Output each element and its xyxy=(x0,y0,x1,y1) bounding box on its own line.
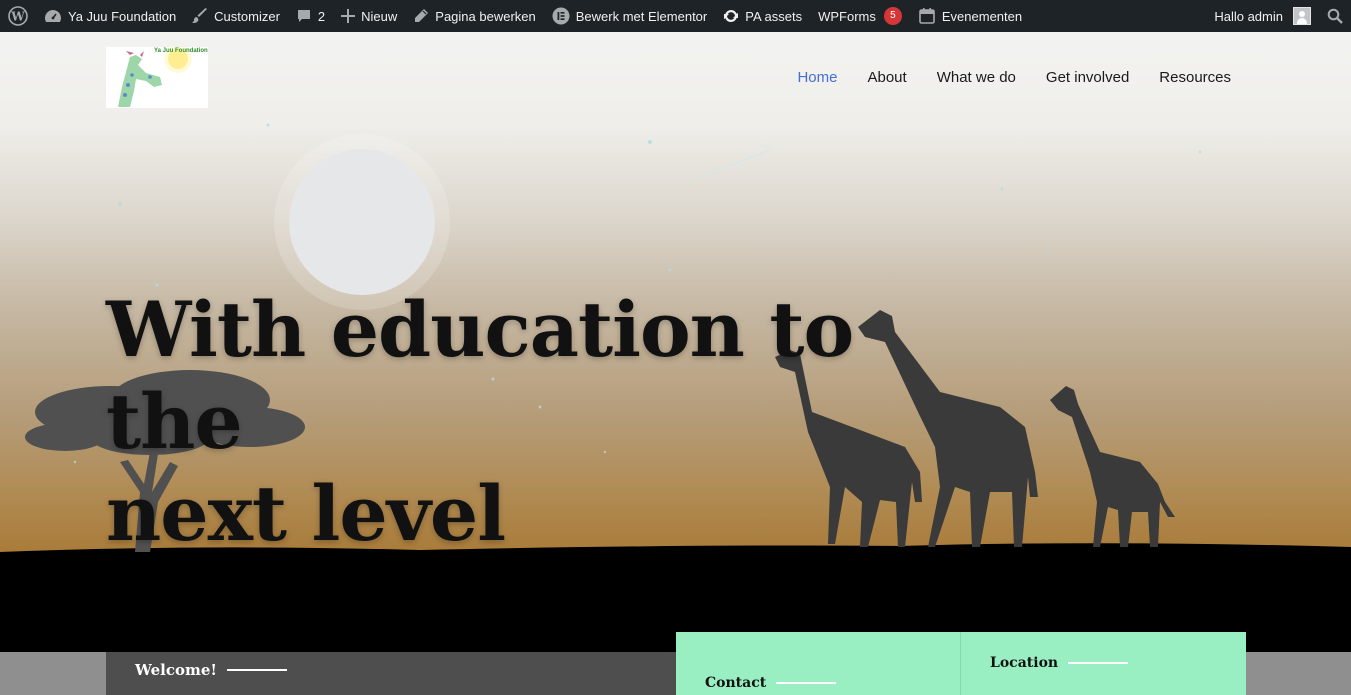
admin-account[interactable]: Hallo admin xyxy=(1206,0,1319,32)
admin-events[interactable]: Evenementen xyxy=(910,0,1030,32)
contact-label: Contact xyxy=(705,675,767,691)
welcome-divider-line xyxy=(227,669,288,671)
wpforms-count-badge: 5 xyxy=(883,7,902,25)
wpforms-label: WPForms xyxy=(818,8,876,24)
refresh-icon xyxy=(724,9,739,23)
nav-about[interactable]: About xyxy=(867,69,906,86)
paintbrush-icon xyxy=(192,8,208,23)
elementor-icon xyxy=(552,7,570,25)
location-divider-line xyxy=(1068,662,1129,664)
admin-edit-page[interactable]: Pagina bewerken xyxy=(405,0,543,32)
headline-line-2: next level xyxy=(106,469,506,558)
panel-divider xyxy=(960,632,961,695)
giraffe-logo-icon xyxy=(118,47,192,107)
comment-icon xyxy=(297,10,310,22)
main-navigation: Home About What we do Get involved Resou… xyxy=(797,69,1231,86)
wp-admin-bar: W Ya Juu Foundation Customizer 2 Nieuw P… xyxy=(0,0,1351,32)
calendar-icon xyxy=(919,8,935,24)
welcome-heading: Welcome! xyxy=(135,661,288,679)
nav-what-we-do[interactable]: What we do xyxy=(937,69,1016,86)
nav-resources[interactable]: Resources xyxy=(1159,69,1231,86)
plus-icon xyxy=(341,9,356,23)
site-logo[interactable]: Ya Juu Foundation xyxy=(106,47,208,108)
logo-text: Ya Juu Foundation xyxy=(154,48,208,54)
admin-elementor[interactable]: Bewerk met Elementor xyxy=(544,0,716,32)
admin-pa-assets[interactable]: PA assets xyxy=(715,0,810,32)
welcome-label: Welcome! xyxy=(135,661,218,679)
headline-line-1: With education to the xyxy=(106,285,854,466)
admin-site-name[interactable]: Ya Juu Foundation xyxy=(36,0,184,32)
contact-divider-line xyxy=(776,682,837,684)
nav-get-involved[interactable]: Get involved xyxy=(1046,69,1129,86)
site-name-label: Ya Juu Foundation xyxy=(68,8,177,24)
contact-location-panel: Contact Location xyxy=(676,632,1246,695)
events-label: Evenementen xyxy=(941,8,1023,24)
svg-text:W: W xyxy=(10,10,25,24)
dashboard-icon xyxy=(45,10,61,22)
hero-headline: With education to the next level xyxy=(106,284,926,560)
location-label: Location xyxy=(990,655,1059,671)
customizer-label: Customizer xyxy=(214,8,280,24)
wordpress-logo-icon[interactable]: W xyxy=(0,0,36,32)
greeting-label: Hallo admin xyxy=(1214,8,1283,24)
admin-customizer[interactable]: Customizer xyxy=(184,0,288,32)
search-icon xyxy=(1327,8,1343,24)
hero-section: Ya Juu Foundation Home About What we do … xyxy=(0,32,1351,652)
location-heading: Location xyxy=(990,655,1129,671)
edit-page-label: Pagina bewerken xyxy=(435,8,536,24)
new-label: Nieuw xyxy=(361,8,398,24)
admin-new[interactable]: Nieuw xyxy=(333,0,405,32)
admin-search[interactable] xyxy=(1319,0,1351,32)
contact-heading: Contact xyxy=(705,675,837,691)
pencil-icon xyxy=(415,9,429,22)
avatar xyxy=(1293,7,1311,25)
comments-count: 2 xyxy=(317,8,326,24)
elementor-label: Bewerk met Elementor xyxy=(575,8,708,24)
admin-comments[interactable]: 2 xyxy=(288,0,333,32)
nav-home[interactable]: Home xyxy=(797,69,837,86)
pa-assets-label: PA assets xyxy=(745,8,803,24)
admin-wpforms[interactable]: WPForms 5 xyxy=(810,0,910,32)
